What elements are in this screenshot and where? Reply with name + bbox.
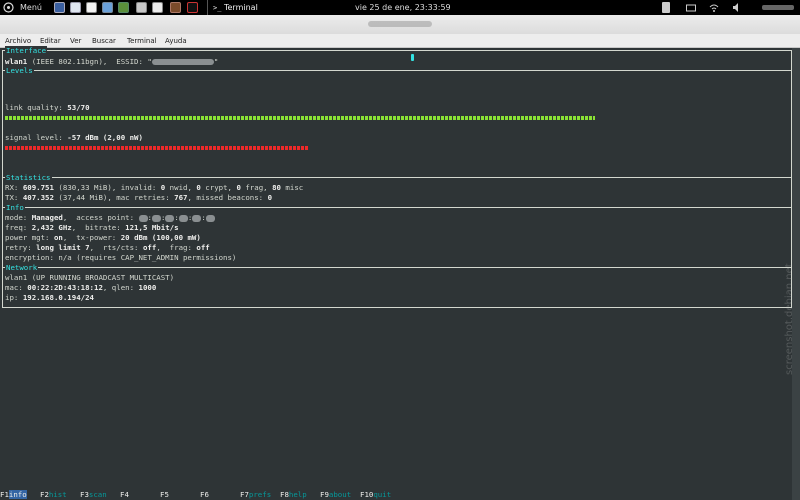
fkey-key: F3 <box>80 490 89 499</box>
launcher-mail-icon[interactable] <box>70 2 81 13</box>
fkey-f3[interactable]: F3scan <box>80 489 107 500</box>
freq-line: freq: 2,432 GHz, bitrate: 121,5 Mbit/s <box>5 223 179 232</box>
menu-buscar[interactable]: Buscar <box>92 34 116 48</box>
fkey-key: F5 <box>160 490 169 499</box>
fkey-f9[interactable]: F9about <box>320 489 351 500</box>
fkey-key: F9 <box>320 490 329 499</box>
fkey-key: F10 <box>360 490 374 499</box>
section-interface-title: Interface <box>5 46 48 56</box>
text-cursor <box>411 54 414 61</box>
watermark-text: screenshot.debian.net <box>784 263 795 375</box>
fkey-f8[interactable]: F8help <box>280 489 307 500</box>
menu-terminal[interactable]: Terminal <box>127 34 157 48</box>
tx-line: TX: 407.352 (37,44 MiB), mac retries: 76… <box>5 193 273 202</box>
fkey-f10[interactable]: F10quit <box>360 489 391 500</box>
distro-logo-icon[interactable] <box>3 0 14 15</box>
link-quality-label: link quality: <box>5 103 68 112</box>
link-quality-bar <box>5 116 595 120</box>
taskbar-terminal-label: Terminal <box>223 3 258 12</box>
taskbar-terminal-button[interactable]: >_ Terminal <box>213 0 258 15</box>
launcher-media-icon[interactable] <box>170 2 181 13</box>
launcher-terminal-icon[interactable] <box>54 2 65 13</box>
user-menu[interactable] <box>750 2 795 13</box>
fkey-key: F8 <box>280 490 289 499</box>
terminal-window: Archivo Editar Ver Buscar Terminal Ayuda… <box>0 15 800 500</box>
window-title-blur <box>368 21 432 27</box>
essid-blur <box>151 59 214 65</box>
frame-bottom-border <box>2 307 792 308</box>
terminal-area[interactable]: Interface wlan1 (IEEE 802.11bgn), ESSID:… <box>0 46 800 500</box>
launcher-archive-icon[interactable] <box>136 2 147 13</box>
signal-level-line: signal level: -57 dBm (2,00 nW) <box>5 133 143 143</box>
signal-level-label: signal level: <box>5 133 68 142</box>
essid-close-quote: " <box>213 57 219 66</box>
ip-line: ip: 192.168.0.194/24 <box>5 293 95 302</box>
network-iface-line: wlan1 (UP RUNNING BROADCAST MULTICAST) <box>5 273 175 282</box>
battery-icon[interactable] <box>662 2 670 13</box>
encryption-line: encryption: n/a (requires CAP_NET_ADMIN … <box>5 253 237 262</box>
menu-ver[interactable]: Ver <box>70 34 81 48</box>
section-interface: Interface <box>2 46 792 56</box>
fkey-label: scan <box>88 490 107 499</box>
fkey-f6[interactable]: F6 <box>200 489 209 500</box>
section-network-title: Network <box>5 263 39 273</box>
wifi-icon[interactable] <box>709 2 719 13</box>
fkey-label: prefs <box>248 490 272 499</box>
panel-separator <box>207 0 208 15</box>
section-network: Network <box>2 263 792 273</box>
menu-ayuda[interactable]: Ayuda <box>165 34 187 48</box>
link-quality-value: 53/70 <box>67 103 90 112</box>
fkey-key: F4 <box>120 490 129 499</box>
fkey-f1[interactable]: F1info <box>0 489 27 500</box>
interface-desc: (IEEE 802.11bgn), ESSID: " <box>31 57 152 66</box>
fkey-f7[interactable]: F7prefs <box>240 489 271 500</box>
link-quality-line: link quality: 53/70 <box>5 103 90 113</box>
watermark: screenshot.debian.net <box>782 165 796 375</box>
top-panel: Menú >_ Terminal vie 25 de ene, 23:33:59 <box>0 0 800 15</box>
interface-line: wlan1 (IEEE 802.11bgn), ESSID: " " <box>5 57 218 67</box>
terminal-prompt-icon: >_ <box>213 4 222 12</box>
user-name-blur <box>762 5 794 10</box>
fkey-key: F6 <box>200 490 209 499</box>
fkey-f5[interactable]: F5 <box>160 489 169 500</box>
mode-line: mode: Managed, access point: ::::: <box>5 213 215 223</box>
keyboard-icon[interactable] <box>686 2 696 13</box>
rx-line: RX: 609.751 (830,33 MiB), invalid: 0 nwi… <box>5 183 304 192</box>
power-line: power mgt: on, tx-power: 20 dBm (100,00 … <box>5 233 201 242</box>
volume-icon[interactable] <box>732 2 742 13</box>
fkey-f2[interactable]: F2hist <box>40 489 67 500</box>
section-levels-title: Levels <box>5 66 34 76</box>
section-statistics: Statistics <box>2 173 792 183</box>
fkey-label: hist <box>48 490 67 499</box>
section-statistics-title: Statistics <box>5 173 52 183</box>
interface-name: wlan1 <box>5 57 28 66</box>
applications-menu-button[interactable]: Menú <box>20 0 42 15</box>
launcher-tools-icon[interactable] <box>118 2 129 13</box>
retry-line: retry: long limit 7, rts/cts: off, frag:… <box>5 243 210 252</box>
fkey-key: F2 <box>40 490 49 499</box>
fkey-key: F1 <box>0 490 9 499</box>
fkey-f4[interactable]: F4 <box>120 489 129 500</box>
fkey-label: about <box>328 490 352 499</box>
window-titlebar[interactable] <box>0 15 800 34</box>
launcher-image-viewer-icon[interactable] <box>102 2 113 13</box>
function-key-bar: F1info F2hist F3scan F4 F5 F6 F7prefs F8help F9a… <box>0 489 800 500</box>
frame-left-border <box>2 50 3 307</box>
section-info-title: Info <box>5 203 25 213</box>
menubar: Archivo Editar Ver Buscar Terminal Ayuda <box>0 34 800 48</box>
mac-line: mac: 00:22:2D:43:18:12, qlen: 1000 <box>5 283 157 292</box>
launcher-disk-icon[interactable] <box>152 2 163 13</box>
launcher-terminal2-icon[interactable] <box>187 2 198 13</box>
signal-level-bar <box>5 146 309 150</box>
fkey-label: help <box>288 490 307 499</box>
signal-level-value: -57 dBm (2,00 nW) <box>67 133 143 142</box>
section-info: Info <box>2 203 792 213</box>
access-point-blur <box>138 214 148 222</box>
section-levels: Levels <box>2 66 792 76</box>
launcher-text-editor-icon[interactable] <box>86 2 97 13</box>
clock[interactable]: vie 25 de ene, 23:33:59 <box>355 0 451 15</box>
fkey-label: quit <box>373 490 392 499</box>
fkey-key: F7 <box>240 490 249 499</box>
fkey-label: info <box>8 490 27 499</box>
